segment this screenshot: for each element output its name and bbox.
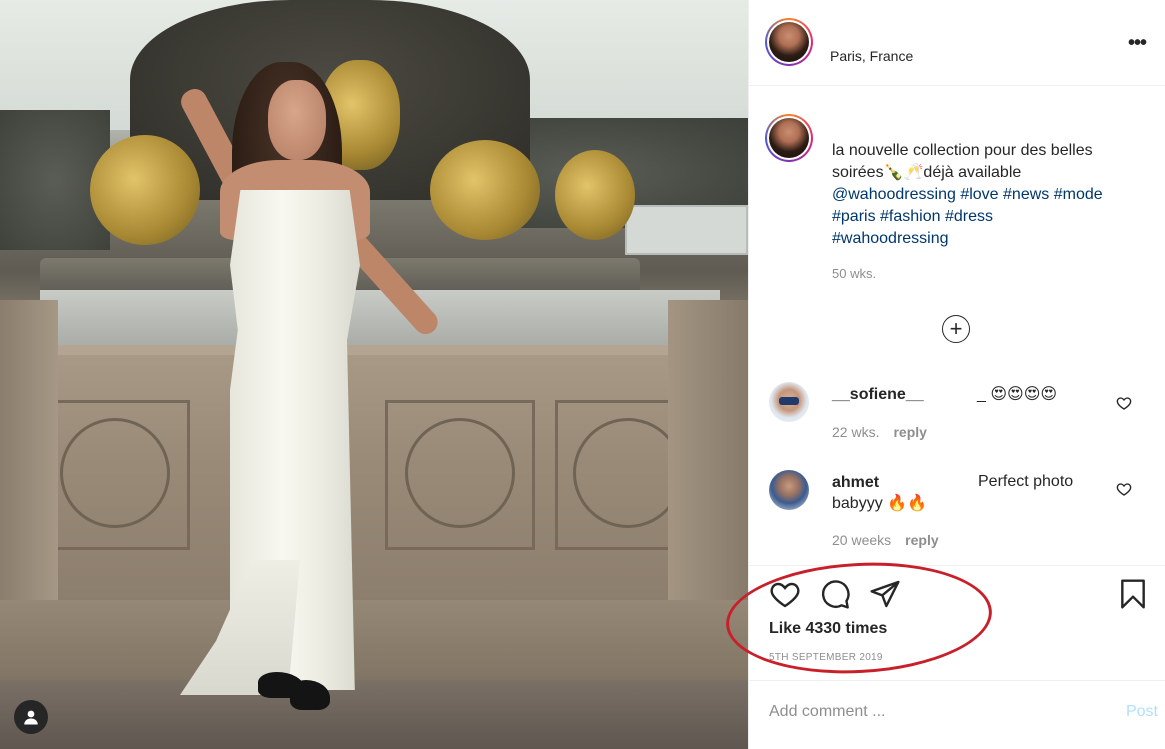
comment-item: __sofiene__ _ 😍😍😍😍 22 wks. reply xyxy=(749,380,1165,470)
caption-text: la nouvelle collection pour des belles s… xyxy=(832,140,1142,250)
user-icon[interactable] xyxy=(14,700,48,734)
caption-body: la nouvelle collection pour des belles s… xyxy=(832,142,1093,181)
photo-wall-medallion xyxy=(405,418,515,528)
comment-meta: 20 weeks reply xyxy=(832,532,939,548)
caption-author-avatar[interactable] xyxy=(765,114,813,162)
photo-ground xyxy=(0,680,748,749)
post-date[interactable]: 5TH SEPTEMBER 2019 xyxy=(769,652,883,663)
photo-wall-medallion xyxy=(60,418,170,528)
bookmark-icon[interactable] xyxy=(1117,578,1149,610)
photo-wall-base xyxy=(0,600,748,690)
hashtag-link[interactable]: #love xyxy=(960,186,998,203)
post-photo[interactable] xyxy=(0,0,748,749)
comment-text: _ 😍😍😍😍 xyxy=(977,386,1058,403)
photo-gold-ornament xyxy=(90,135,200,245)
photo-gold-ornament xyxy=(430,140,540,240)
comment-item: ahmet Perfect photo babyyy 🔥🔥 20 weeks re… xyxy=(749,468,1165,558)
photo-wall-medallion xyxy=(573,418,683,528)
author-avatar-image xyxy=(769,22,809,62)
heart-icon[interactable] xyxy=(1116,395,1132,411)
paper-plane-icon[interactable] xyxy=(869,578,901,610)
post-header: Paris, France ••• xyxy=(749,0,1165,86)
load-more-comments-button[interactable]: + xyxy=(942,315,970,343)
caption-author-avatar-image xyxy=(769,118,809,158)
hashtag-link[interactable]: #wahoodressing xyxy=(832,230,949,247)
comment-meta: 22 wks. reply xyxy=(832,424,927,440)
comment-timestamp[interactable]: 22 wks. xyxy=(832,424,879,440)
caption-timestamp[interactable]: 50 wks. xyxy=(832,266,876,281)
post-comment-button[interactable]: Post xyxy=(1126,703,1158,721)
add-comment-bar: Post xyxy=(749,680,1165,749)
hashtag-link[interactable]: #paris xyxy=(832,208,876,225)
commenter-avatar[interactable] xyxy=(769,382,809,422)
photo-gold-ornament xyxy=(555,150,635,240)
post-sidebar: Paris, France ••• la nouvelle collection… xyxy=(748,0,1165,749)
more-options-button[interactable]: ••• xyxy=(1128,32,1147,55)
comment-text-continued: babyyy 🔥🔥 xyxy=(832,495,927,512)
comment-timestamp[interactable]: 20 weeks xyxy=(832,532,891,548)
photo-woman-face xyxy=(268,80,326,160)
photo-bus xyxy=(625,205,748,255)
photo-water xyxy=(40,290,720,346)
comment-username[interactable]: ahmet xyxy=(832,474,879,492)
hashtag-link[interactable]: #fashion xyxy=(880,208,941,225)
author-avatar[interactable] xyxy=(765,18,813,66)
comment-input[interactable] xyxy=(769,703,1069,721)
like-count[interactable]: Like 4330 times xyxy=(769,620,887,638)
hashtag-link[interactable]: #mode xyxy=(1054,186,1103,203)
hashtag-link[interactable]: #dress xyxy=(945,208,993,225)
comment-text: Perfect photo xyxy=(978,473,1074,490)
hashtag-link[interactable]: #news xyxy=(1003,186,1049,203)
comment-icon[interactable] xyxy=(819,578,851,610)
reply-button[interactable]: reply xyxy=(893,424,926,440)
heart-icon[interactable] xyxy=(1116,481,1132,497)
heart-icon[interactable] xyxy=(769,578,801,610)
user-icon-glyph xyxy=(24,710,38,725)
comment-username[interactable]: __sofiene__ xyxy=(832,386,924,404)
commenter-avatar[interactable] xyxy=(769,470,809,510)
caption-mention[interactable]: @wahoodressing xyxy=(832,186,956,203)
reply-button[interactable]: reply xyxy=(905,532,938,548)
post-actions: Like 4330 times 5TH SEPTEMBER 2019 xyxy=(749,565,1165,685)
post-location[interactable]: Paris, France xyxy=(830,48,913,64)
